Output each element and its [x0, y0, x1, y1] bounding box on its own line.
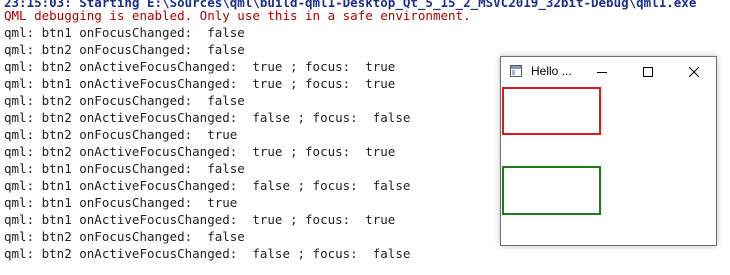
console-line: qml: btn2 onFocusChanged: false	[4, 93, 245, 108]
minimize-button[interactable]	[579, 57, 625, 86]
app-window-icon	[510, 65, 522, 77]
hello-window[interactable]: Hello ...	[500, 56, 717, 246]
console-line: qml: btn1 onFocusChanged: true	[4, 195, 238, 210]
maximize-button[interactable]	[625, 57, 671, 86]
console-line: qml: btn2 onActiveFocusChanged: true ; f…	[4, 144, 396, 159]
close-button[interactable]	[671, 57, 717, 86]
console-line: qml: btn1 onActiveFocusChanged: true ; f…	[4, 212, 396, 227]
console-line: qml: btn2 onActiveFocusChanged: false ; …	[4, 110, 411, 125]
maximize-icon	[643, 66, 653, 77]
minimize-icon	[597, 71, 607, 73]
console-line-warning: QML debugging is enabled. Only use this …	[4, 8, 471, 23]
btn2-focus-box[interactable]	[502, 166, 601, 215]
console-line: qml: btn1 onActiveFocusChanged: false ; …	[4, 178, 411, 193]
close-icon	[689, 66, 699, 77]
console-line: qml: btn1 onFocusChanged: false	[4, 25, 245, 40]
console-line: qml: btn2 onFocusChanged: false	[4, 42, 245, 57]
console-line: qml: btn2 onFocusChanged: true	[4, 127, 238, 142]
console-line: qml: btn1 onFocusChanged: false	[4, 161, 245, 176]
console-line: qml: btn2 onFocusChanged: false	[4, 229, 245, 244]
window-title: Hello ...	[531, 64, 572, 78]
console-line: qml: btn2 onActiveFocusChanged: false ; …	[4, 246, 411, 261]
console-line: qml: btn2 onActiveFocusChanged: true ; f…	[4, 59, 396, 74]
btn1-focus-box[interactable]	[502, 87, 601, 135]
window-titlebar[interactable]: Hello ...	[501, 57, 716, 86]
console-line: qml: btn1 onActiveFocusChanged: true ; f…	[4, 76, 396, 91]
